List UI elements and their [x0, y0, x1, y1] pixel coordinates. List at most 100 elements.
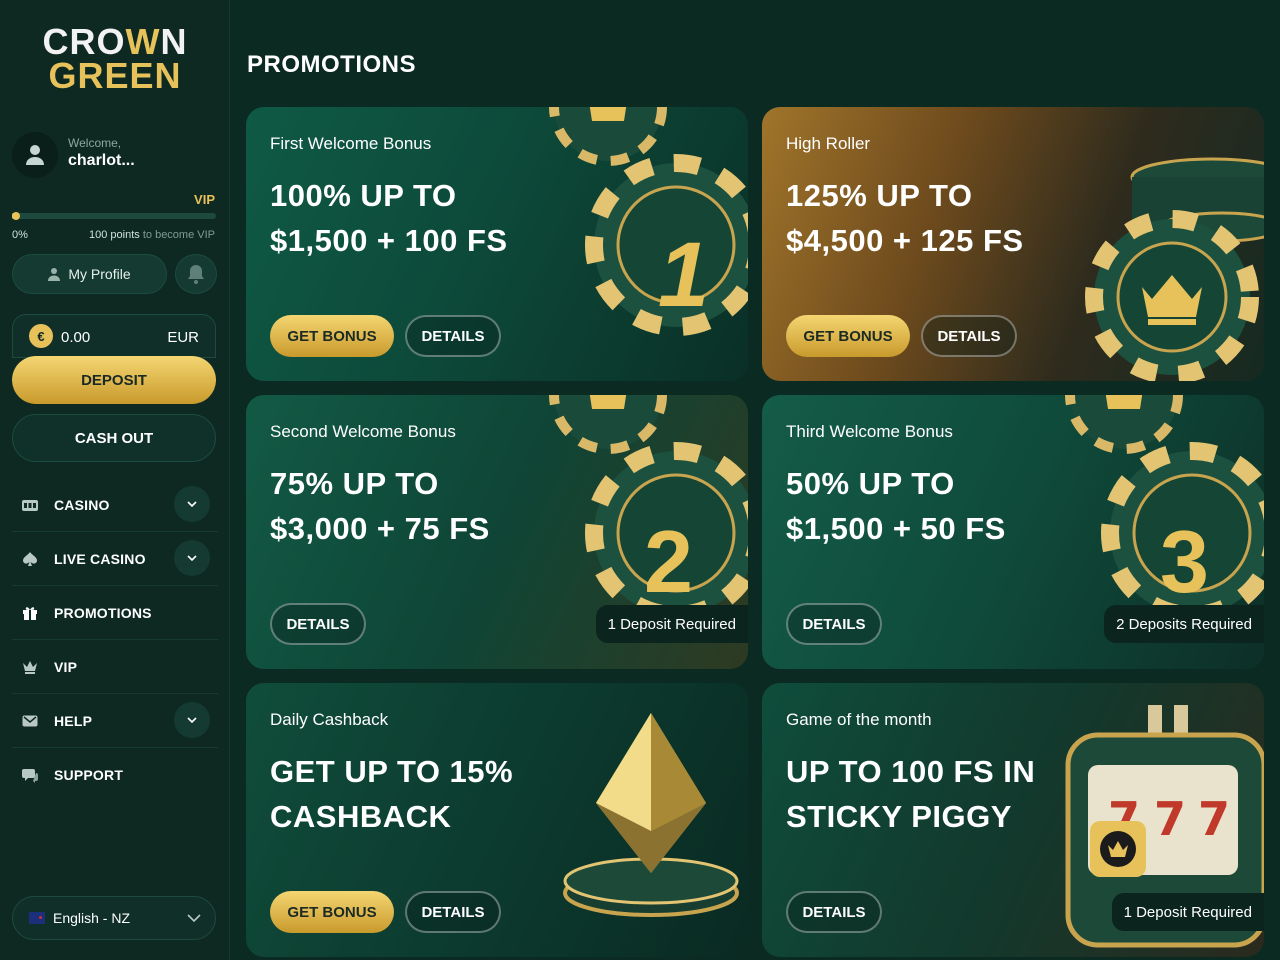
sidebar: CROWN GREEN Welcome, charlot... VIP 0% 1… — [0, 0, 230, 960]
vip-points-text: 100 points to become VIP — [89, 229, 215, 241]
promo-headline-line2: $3,000 + 75 FS — [270, 511, 490, 546]
language-label: English - NZ — [53, 910, 131, 926]
gift-icon — [20, 603, 40, 623]
deposit-requirement-badge: 1 Deposit Required — [1111, 893, 1264, 931]
promo-headline: GET UP TO 15% CASHBACK — [270, 749, 513, 839]
details-button[interactable]: DETAILS — [405, 315, 501, 357]
promo-subtitle: Daily Cashback — [270, 710, 389, 729]
user-icon — [26, 145, 44, 165]
promo-headline: 125% UP TO $4,500 + 125 FS — [786, 173, 1024, 263]
user-welcome: Welcome, charlot... — [12, 130, 218, 178]
vip-label: VIP — [194, 192, 215, 207]
promo-subtitle: First Welcome Bonus — [270, 134, 432, 153]
deposit-button[interactable]: DEPOSIT — [12, 356, 216, 404]
details-button[interactable]: DETAILS — [270, 603, 366, 645]
promo-card-game-of-the-month[interactable]: 7 7 7 Game of the month UP TO 100 FS IN … — [762, 683, 1264, 957]
notifications-button[interactable] — [175, 254, 217, 294]
chevron-down-icon[interactable] — [174, 486, 210, 522]
get-bonus-button[interactable]: GET BONUS — [786, 315, 910, 357]
promo-card-daily-cashback[interactable]: Daily Cashback GET UP TO 15% CASHBACK GE… — [246, 683, 748, 957]
get-bonus-button[interactable]: GET BONUS — [270, 891, 394, 933]
promo-card-third-welcome-bonus[interactable]: 3 Third Welcome Bonus 50% UP TO $1,500 +… — [762, 395, 1264, 669]
crown-icon — [20, 657, 40, 677]
promo-card-first-welcome-bonus[interactable]: 1 First Welcome Bonus 100% UP TO $1,500 … — [246, 107, 748, 381]
promo-headline-line1: 50% UP TO — [786, 466, 955, 501]
sidebar-item-label: CASINO — [54, 496, 110, 513]
svg-text:7: 7 — [1154, 792, 1186, 846]
sidebar-item-label: PROMOTIONS — [54, 604, 152, 621]
svg-text:7: 7 — [1198, 792, 1230, 846]
balance-amount: 0.00 — [61, 329, 91, 346]
poker-chip-art — [549, 107, 748, 336]
get-bonus-button[interactable]: GET BONUS — [270, 315, 394, 357]
promo-headline: 75% UP TO $3,000 + 75 FS — [270, 461, 490, 551]
chip-number: 3 — [1160, 512, 1209, 611]
slot-icon — [20, 495, 40, 515]
promo-headline: 100% UP TO $1,500 + 100 FS — [270, 173, 508, 263]
details-button[interactable]: DETAILS — [786, 603, 882, 645]
chip-number: 1 — [658, 224, 710, 326]
promo-headline: UP TO 100 FS IN STICKY PIGGY — [786, 749, 1035, 839]
promo-subtitle: High Roller — [786, 134, 871, 153]
promo-headline-line1: UP TO 100 FS IN — [786, 754, 1036, 789]
details-button[interactable]: DETAILS — [921, 315, 1017, 357]
cash-out-button[interactable]: CASH OUT — [12, 414, 216, 462]
spade-icon — [20, 549, 40, 569]
chevron-down-icon[interactable] — [174, 702, 210, 738]
chevron-down-icon — [187, 909, 201, 927]
vip-progress-marker — [12, 212, 20, 220]
sidebar-item-vip[interactable]: VIP — [12, 640, 218, 694]
vip-points-value: 100 points — [89, 229, 140, 241]
details-button[interactable]: DETAILS — [786, 891, 882, 933]
deposit-requirement-badge: 1 Deposit Required — [595, 605, 748, 643]
vip-points-caption: to become VIP — [142, 229, 215, 241]
balance-display: € 0.00 EUR — [12, 314, 216, 358]
promo-headline-line1: 100% UP TO — [270, 178, 457, 213]
nz-flag-icon — [29, 912, 45, 924]
promo-subtitle: Third Welcome Bonus — [786, 422, 953, 441]
chevron-down-icon[interactable] — [174, 540, 210, 576]
promo-headline-line1: 125% UP TO — [786, 178, 973, 213]
promo-card-second-welcome-bonus[interactable]: 2 Second Welcome Bonus 75% UP TO $3,000 … — [246, 395, 748, 669]
deposit-requirement-badge: 2 Deposits Required — [1104, 605, 1264, 643]
vip-progress-bar — [12, 212, 216, 220]
sidebar-item-support[interactable]: SUPPORT — [12, 748, 218, 802]
crown-green-logo[interactable]: CROWN GREEN — [0, 24, 230, 94]
sidebar-item-casino[interactable]: CASINO — [12, 478, 218, 532]
sidebar-item-live-casino[interactable]: LIVE CASINO — [12, 532, 218, 586]
sidebar-item-label: HELP — [54, 712, 93, 729]
language-selector[interactable]: English - NZ — [12, 896, 216, 940]
promo-headline: 50% UP TO $1,500 + 50 FS — [786, 461, 1006, 551]
promo-subtitle: Game of the month — [786, 710, 932, 729]
promo-headline-line1: GET UP TO 15% — [270, 754, 514, 789]
logo-text-green: GREEN — [48, 55, 182, 96]
promo-headline-line1: 75% UP TO — [270, 466, 439, 501]
promo-subtitle: Second Welcome Bonus — [270, 422, 456, 441]
gold-gem-art — [563, 713, 739, 917]
sidebar-item-help[interactable]: HELP — [12, 694, 218, 748]
details-button[interactable]: DETAILS — [405, 891, 501, 933]
my-profile-label: My Profile — [68, 266, 131, 282]
bell-icon — [188, 265, 204, 284]
chip-number: 2 — [644, 512, 693, 611]
balance-currency: EUR — [167, 329, 199, 346]
sidebar-nav: CASINO LIVE CASINO PROMOTIONS VIP HELP S… — [12, 478, 218, 802]
my-profile-button[interactable]: My Profile — [12, 254, 167, 294]
promo-headline-line2: $1,500 + 50 FS — [786, 511, 1006, 546]
sidebar-item-label: LIVE CASINO — [54, 550, 146, 567]
chat-icon — [20, 765, 40, 785]
promo-headline-line2: CASHBACK — [270, 799, 452, 834]
promo-headline-line2: STICKY PIGGY — [786, 799, 1012, 834]
promo-headline-line2: $4,500 + 125 FS — [786, 223, 1024, 258]
sidebar-item-promotions[interactable]: PROMOTIONS — [12, 586, 218, 640]
vip-progress-percent: 0% — [12, 229, 28, 241]
avatar[interactable] — [12, 132, 58, 178]
mail-icon — [20, 711, 40, 731]
welcome-text: Welcome, — [68, 136, 122, 150]
page-title: PROMOTIONS — [247, 51, 417, 78]
promo-headline-line2: $1,500 + 100 FS — [270, 223, 508, 258]
username: charlot... — [68, 152, 135, 169]
euro-coin-icon: € — [29, 324, 53, 348]
promo-card-high-roller[interactable]: High Roller 125% UP TO $4,500 + 125 FS G… — [762, 107, 1264, 381]
sidebar-item-label: SUPPORT — [54, 767, 124, 783]
